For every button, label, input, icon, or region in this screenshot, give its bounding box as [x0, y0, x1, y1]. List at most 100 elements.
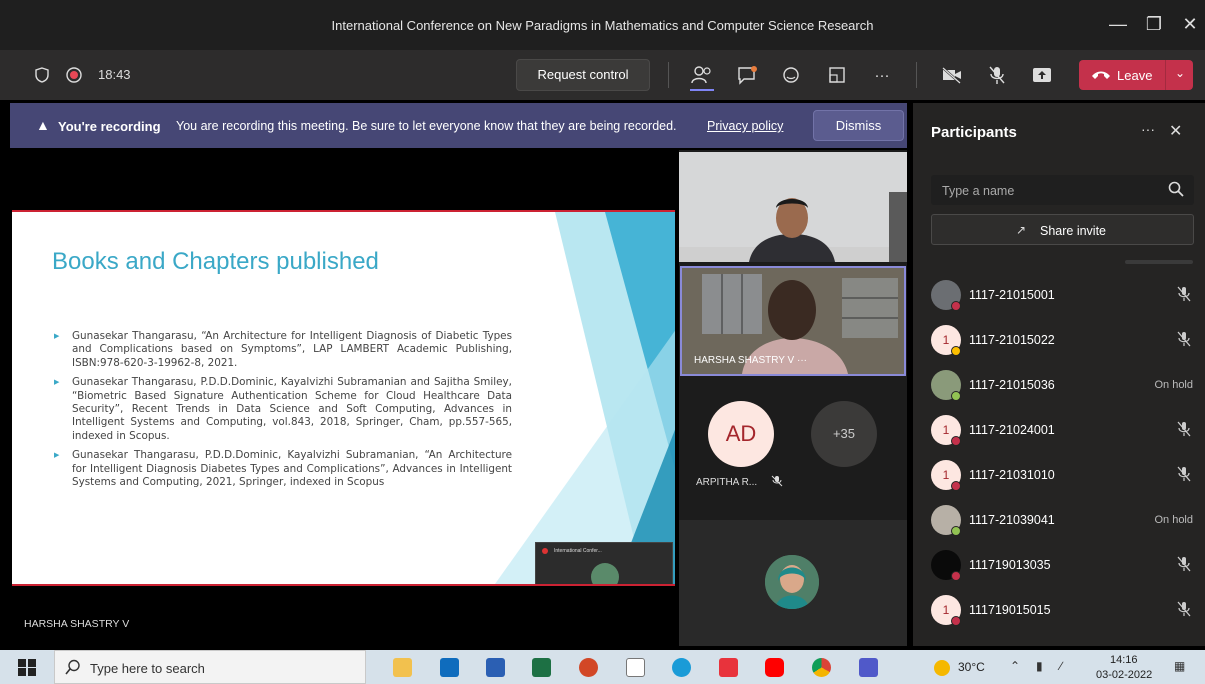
mic-off-icon [1177, 421, 1191, 437]
participant-row[interactable]: 1117-21039041 On hold [931, 501, 1193, 541]
mic-off-icon [1177, 286, 1191, 302]
dismiss-button[interactable]: Dismiss [813, 110, 904, 141]
presence-badge [951, 301, 961, 311]
chevron-up-icon[interactable]: ⌃ [1010, 659, 1020, 673]
mini-window-title: International Confer... [554, 548, 602, 554]
participant-name: ARPITHA R... [696, 477, 758, 488]
notifications-icon[interactable]: ▦ [1174, 659, 1185, 673]
camera-off-icon[interactable] [940, 63, 964, 87]
phone-icon [1092, 71, 1110, 79]
edge-icon[interactable] [672, 658, 691, 677]
request-control-button[interactable]: Request control [516, 59, 650, 91]
more-icon[interactable]: ··· [870, 63, 894, 87]
participant-row[interactable]: 1117-21015036 On hold [931, 366, 1193, 406]
search-icon [65, 659, 80, 675]
slide-bullet: Gunasekar Thangarasu, “An Architecture f… [54, 330, 512, 370]
participant-status: On hold [1154, 514, 1193, 526]
slide-bullet: Gunasekar Thangarasu, P.D.D.Dominic, Kay… [54, 449, 512, 489]
teams-icon[interactable] [859, 658, 878, 677]
mic-off-icon [1177, 556, 1191, 572]
more-icon[interactable]: ··· [797, 355, 807, 366]
chevron-down-icon[interactable]: ⌄ [1175, 66, 1185, 80]
participant-name: 1117-21024001 [969, 423, 1055, 437]
warning-icon: ▲ [36, 117, 50, 133]
recording-banner: ▲ You're recording You are recording thi… [10, 103, 907, 148]
shield-icon[interactable] [30, 63, 54, 87]
toolbar-divider [668, 62, 669, 88]
reactions-icon[interactable] [780, 63, 804, 87]
leave-button[interactable]: Leave ⌄ [1079, 60, 1193, 90]
word-icon[interactable] [486, 658, 505, 677]
participant-row[interactable]: 1117-21015001 [931, 276, 1193, 316]
temperature: 30°C [958, 660, 985, 674]
wifi-icon[interactable]: ∕ [1060, 659, 1062, 673]
meeting-timer: 18:43 [98, 67, 131, 82]
toolbar-divider [916, 62, 917, 88]
participant-video [679, 152, 907, 262]
participant-name: 1117-21015022 [969, 333, 1055, 347]
minimize-button[interactable]: — [1106, 12, 1130, 36]
search-icon[interactable] [1168, 181, 1184, 197]
wordpad-icon[interactable] [626, 658, 645, 677]
battery-icon[interactable]: ▮ [1036, 659, 1043, 673]
slide-title: Books and Chapters published [52, 248, 379, 275]
powerpoint-icon[interactable] [579, 658, 598, 677]
participant-name: 1117-21031010 [969, 468, 1055, 482]
participant-name: 1117-21015001 [969, 288, 1055, 302]
slide-bullet: Gunasekar Thangarasu, P.D.D.Dominic, Kay… [54, 376, 512, 443]
presence-badge [951, 571, 961, 581]
news-icon[interactable] [719, 658, 738, 677]
avatar [765, 555, 819, 609]
mic-off-icon[interactable] [985, 63, 1009, 87]
clock-date[interactable]: 03-02-2022 [1096, 669, 1152, 681]
clock-time[interactable]: 14:16 [1110, 654, 1138, 666]
weather-icon[interactable] [934, 660, 950, 676]
participant-row[interactable]: 111719013035 [931, 546, 1193, 586]
file-explorer-icon[interactable] [393, 658, 412, 677]
windows-start-icon[interactable] [18, 659, 36, 676]
participant-row[interactable]: 1 1117-21015022 [931, 321, 1193, 361]
close-window-button[interactable]: ✕ [1178, 12, 1202, 36]
overflow-participants-button[interactable]: +35 [811, 401, 877, 467]
outlook-icon[interactable] [440, 658, 459, 677]
participant-search-input[interactable]: Type a name [931, 175, 1194, 205]
mic-off-icon [1177, 331, 1191, 347]
video-tile-active-speaker[interactable]: HARSHA SHASTRY V ··· [680, 266, 906, 376]
excel-icon[interactable] [532, 658, 551, 677]
share-icon[interactable] [1030, 63, 1054, 87]
maximize-button[interactable]: ❐ [1142, 12, 1166, 36]
banner-text: You are recording this meeting. Be sure … [176, 119, 677, 133]
share-icon: ↗ [1016, 223, 1027, 237]
chrome-icon[interactable] [812, 658, 831, 677]
avatar[interactable]: AD [708, 401, 774, 467]
mic-off-icon [1177, 466, 1191, 482]
participant-row[interactable]: 1 111719015015 [931, 591, 1193, 631]
leave-label: Leave [1117, 68, 1153, 83]
presentation-slide: Books and Chapters published Gunasekar T… [12, 210, 675, 586]
participant-row[interactable]: 1 1117-21031010 [931, 456, 1193, 496]
more-icon[interactable]: ··· [1141, 121, 1155, 137]
windows-taskbar: Type here to search 30°C ⌃ ▮ ∕ 14:16 03-… [0, 650, 1205, 684]
presence-badge [951, 616, 961, 626]
video-tile[interactable] [679, 152, 907, 262]
avatar [591, 563, 619, 584]
participant-status: On hold [1154, 379, 1193, 391]
presenter-name: HARSHA SHASTRY V [24, 618, 130, 630]
participant-name-label: HARSHA SHASTRY V ··· [694, 355, 807, 366]
chat-icon[interactable] [735, 63, 759, 87]
youtube-icon[interactable] [765, 658, 784, 677]
video-gallery: HARSHA SHASTRY V ··· AD +35 ARPITHA R... [679, 150, 907, 646]
close-icon[interactable]: ✕ [1169, 121, 1182, 141]
participant-row[interactable]: 1 1117-21024001 [931, 411, 1193, 451]
participant-name: 1117-21015036 [969, 378, 1055, 392]
search-placeholder: Type a name [942, 184, 1015, 198]
taskbar-search-placeholder: Type here to search [90, 661, 205, 676]
window-title: International Conference on New Paradigm… [331, 18, 874, 33]
presence-badge [951, 391, 961, 401]
taskbar-search-input[interactable]: Type here to search [54, 650, 366, 684]
privacy-policy-link[interactable]: Privacy policy [707, 119, 783, 133]
window-titlebar: International Conference on New Paradigm… [0, 0, 1205, 50]
people-icon[interactable] [690, 63, 714, 91]
rooms-icon[interactable] [825, 63, 849, 87]
share-invite-button[interactable]: ↗ Share invite [931, 214, 1194, 245]
